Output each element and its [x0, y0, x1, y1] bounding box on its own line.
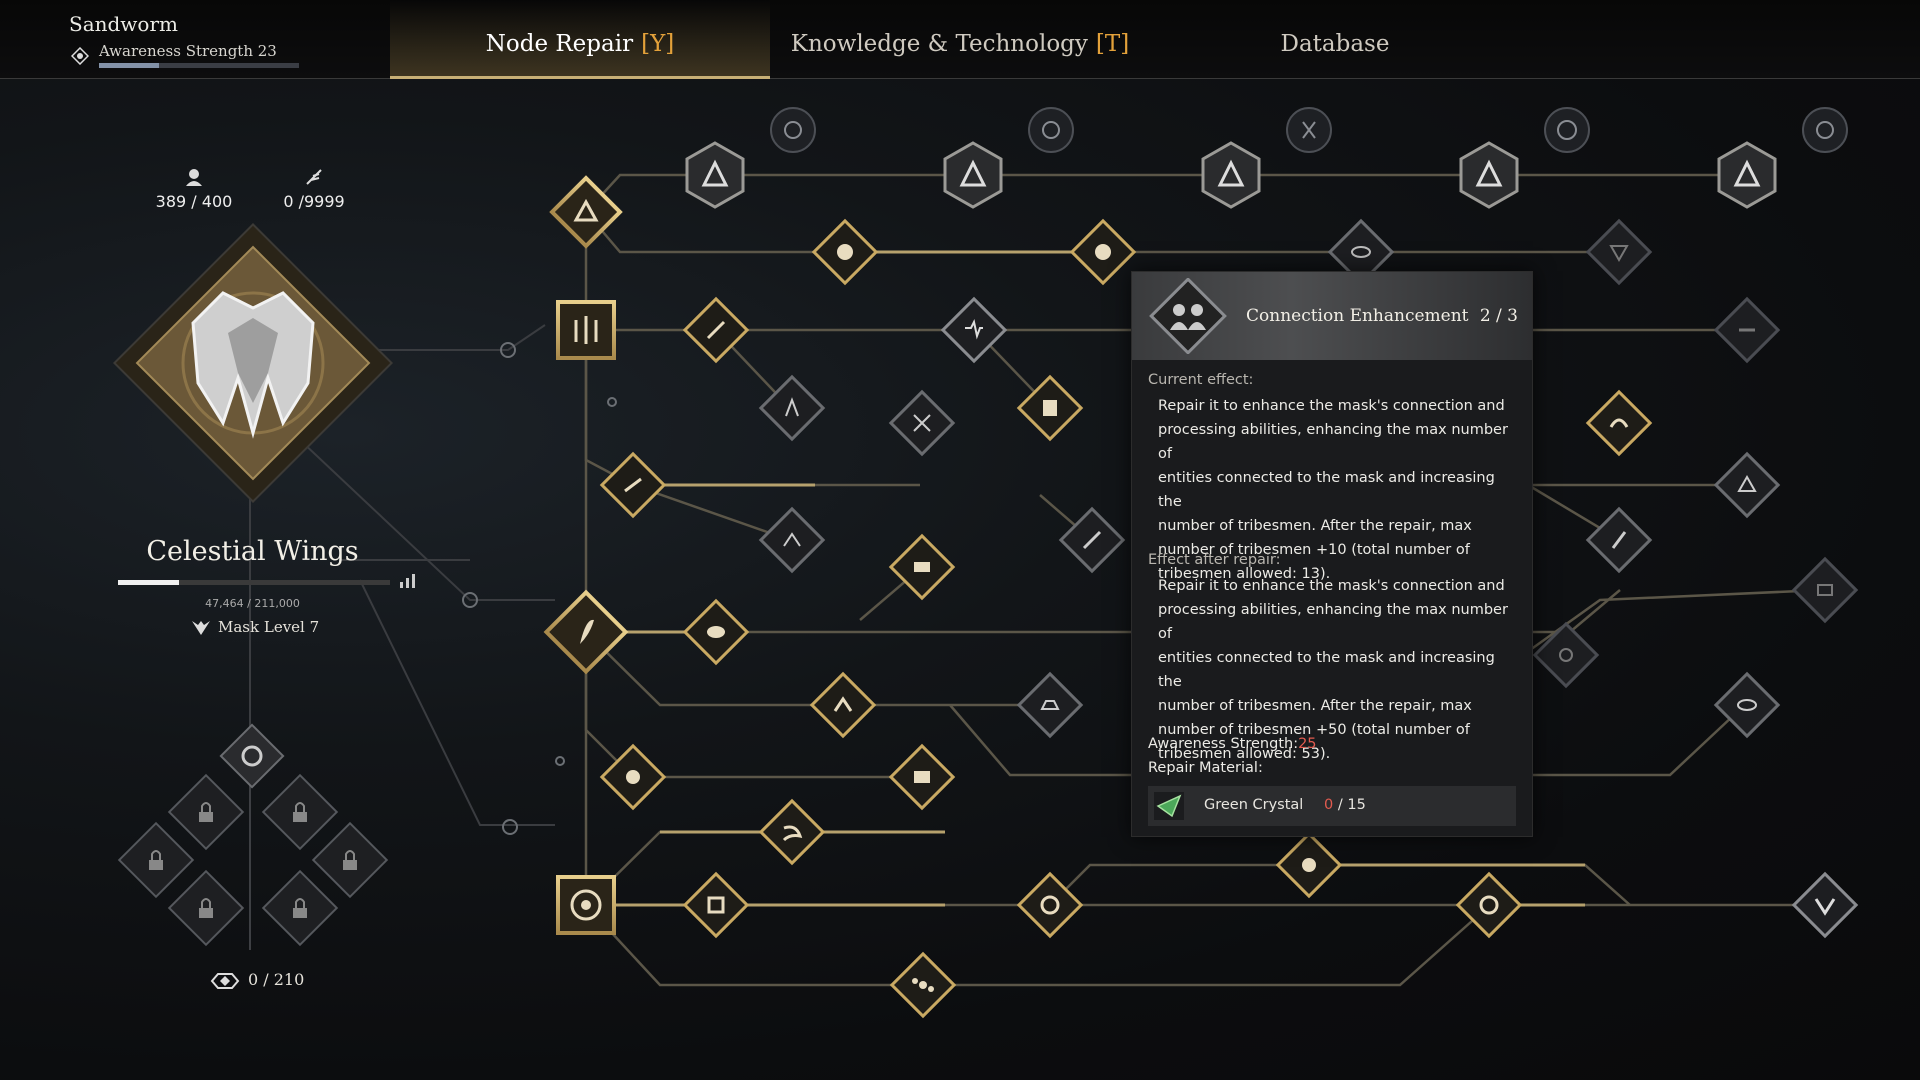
- node-tooltip: Connection Enhancement 2 / 3 Current eff…: [1131, 271, 1533, 837]
- shard-icon: [210, 972, 240, 989]
- current-effect-line: entities connected to the mask and incre…: [1158, 470, 1495, 510]
- mask-exp-bar: [118, 580, 390, 585]
- awareness-requirement-label: Awareness Strength:: [1148, 736, 1299, 752]
- repair-material-label: Repair Material:: [1148, 760, 1263, 776]
- feather-resource: 0 /9999: [264, 166, 364, 211]
- tooltip-level: 2 / 3: [1479, 306, 1518, 326]
- mask-portrait[interactable]: [108, 218, 398, 508]
- mask-level: Mask Level 7: [190, 618, 319, 637]
- after-effect-line: processing abilities, enhancing the max …: [1158, 602, 1508, 642]
- green-crystal-icon: [1154, 792, 1184, 820]
- material-need: / 15: [1333, 797, 1366, 813]
- material-name: Green Crystal: [1204, 797, 1304, 813]
- feather-count: 0 /9999: [283, 192, 345, 211]
- awareness-requirement-value: 25: [1298, 736, 1317, 752]
- tribesman-icon: [186, 169, 202, 186]
- tooltip-title: Connection Enhancement: [1246, 306, 1469, 326]
- after-effect-line: number of tribesmen. After the repair, m…: [1158, 698, 1472, 714]
- shard-count: 0 / 210: [210, 970, 304, 990]
- top-faded-icons: [770, 107, 1848, 153]
- material-have: 0: [1324, 797, 1334, 813]
- connection-enhancement-icon: [1149, 278, 1227, 354]
- tooltip-awareness: Awareness Strength:25: [1148, 736, 1317, 752]
- junction-dots: [462, 342, 617, 835]
- shard-count-label: 0 / 210: [248, 970, 305, 989]
- after-effect-line: Repair it to enhance the mask's connecti…: [1158, 578, 1505, 594]
- after-effect-label: Effect after repair:: [1148, 552, 1281, 568]
- material-count: 0 / 15: [1324, 797, 1366, 813]
- current-effect-line: processing abilities, enhancing the max …: [1158, 422, 1508, 462]
- wings-icon: [192, 621, 210, 635]
- current-effect-line: Repair it to enhance the mask's connecti…: [1158, 398, 1505, 414]
- mask-level-label: Mask Level 7: [218, 618, 320, 636]
- level-up-icon[interactable]: [398, 570, 418, 590]
- current-effect-line: number of tribesmen. After the repair, m…: [1158, 518, 1472, 534]
- tribesmen-resource: 389 / 400: [144, 166, 244, 211]
- tooltip-header: Connection Enhancement 2 / 3: [1132, 272, 1532, 360]
- mask-name: Celestial Wings: [146, 536, 359, 567]
- tribesmen-count: 389 / 400: [155, 192, 233, 211]
- after-effect-line: entities connected to the mask and incre…: [1158, 650, 1495, 690]
- locked-slots: [117, 723, 389, 950]
- current-effect-label: Current effect:: [1148, 372, 1254, 388]
- mask-exp-text: 47,464 / 211,000: [205, 597, 300, 610]
- material-row: Green Crystal 0 / 15: [1148, 786, 1516, 826]
- feather-icon: [306, 169, 322, 185]
- gear-slot-icon[interactable]: [219, 723, 285, 789]
